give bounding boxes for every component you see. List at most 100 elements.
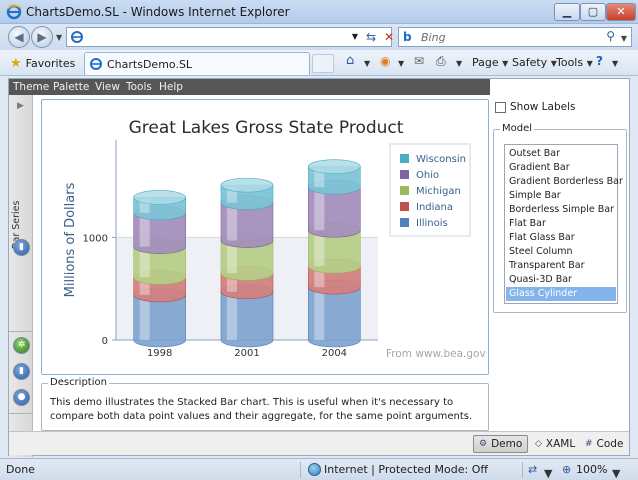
- favorites-button[interactable]: ★ Favorites: [6, 54, 79, 72]
- legend-entry: Indiana: [416, 202, 453, 213]
- model-item[interactable]: Transparent Bar: [506, 259, 616, 273]
- column-chart-icon[interactable]: ▮: [13, 363, 30, 380]
- page-menu[interactable]: Page ▼: [472, 56, 508, 69]
- home-dropdown-icon[interactable]: ▼: [364, 59, 370, 68]
- legend-swatch: [400, 186, 409, 195]
- bar-highlight: [227, 242, 237, 274]
- tools-menu[interactable]: Tools ▼: [556, 56, 593, 69]
- tab-code[interactable]: # Code: [579, 435, 629, 453]
- close-button[interactable]: ✕: [606, 3, 636, 21]
- description-title: Description: [48, 377, 109, 388]
- toolbar-divider: [9, 331, 33, 332]
- refresh-icon[interactable]: ⇆: [362, 27, 380, 47]
- print-icon[interactable]: ⎙: [436, 54, 446, 69]
- tab-page-icon: [90, 58, 102, 70]
- protected-mode-icon[interactable]: ⇄: [528, 463, 537, 476]
- scatter-chart-icon[interactable]: ●: [13, 389, 30, 406]
- series-toolbar: ▶ Bar Series ▮ ✲ ▮ ● ▼: [9, 95, 33, 457]
- model-item[interactable]: Borderless Simple Bar: [506, 203, 616, 217]
- bar-highlight: [227, 293, 237, 340]
- address-actions: ▼ ⇆ ✕: [350, 27, 394, 47]
- window-titlebar: ChartsDemo.SL - Windows Internet Explore…: [0, 0, 638, 24]
- show-labels-checkbox[interactable]: [495, 101, 506, 113]
- zoom-dropdown-icon[interactable]: ▼: [612, 467, 620, 480]
- expand-arrow-icon[interactable]: ▶: [17, 101, 24, 111]
- new-tab-button[interactable]: [312, 54, 334, 73]
- bing-icon: b: [403, 30, 412, 44]
- show-labels-label: Show Labels: [510, 101, 576, 113]
- menu-view[interactable]: View: [95, 81, 120, 93]
- safety-menu-label: Safety: [512, 56, 548, 69]
- protected-mode-dropdown-icon[interactable]: ▼: [544, 467, 552, 480]
- bar-segment-cap: [308, 159, 361, 174]
- model-item[interactable]: Steel Column: [506, 245, 616, 259]
- help-icon[interactable]: ?: [596, 54, 603, 68]
- legend-swatch: [400, 218, 409, 227]
- maximize-button[interactable]: ▢: [580, 3, 606, 21]
- stop-icon[interactable]: ✕: [380, 27, 398, 47]
- legend-swatch: [400, 202, 409, 211]
- security-zone: Internet | Protected Mode: Off: [324, 463, 488, 476]
- feeds-icon[interactable]: ◉: [380, 54, 390, 68]
- home-icon[interactable]: ⌂: [346, 53, 354, 68]
- x-tick-label: 2001: [234, 348, 259, 359]
- x-tick-label: 1998: [147, 348, 172, 359]
- tab-demo[interactable]: ⚙ Demo: [473, 435, 529, 453]
- model-item[interactable]: Outset Bar: [506, 147, 616, 161]
- legend-entry: Ohio: [416, 170, 439, 181]
- command-bar: ★ Favorites ChartsDemo.SL ⌂ ▼ ◉ ▼ ✉ ⎙ ▼ …: [0, 50, 638, 76]
- xaml-icon: ◇: [535, 439, 542, 449]
- menu-theme[interactable]: Theme: [13, 81, 49, 93]
- model-item-selected[interactable]: Glass Cylinder: [506, 287, 616, 301]
- model-item[interactable]: Gradient Bar: [506, 161, 616, 175]
- menu-palette[interactable]: Palette: [53, 81, 89, 93]
- code-icon: #: [585, 439, 593, 449]
- chart-source-note: From www.bea.gov: [386, 348, 486, 360]
- model-item[interactable]: Gradient Borderless Bar: [506, 175, 623, 189]
- status-divider: [522, 462, 523, 478]
- ie-icon: [6, 4, 22, 20]
- view-switcher: ⚙ Demo ◇ XAML # Code: [9, 431, 629, 455]
- search-box[interactable]: b Bing ⚲ ▼: [398, 27, 632, 47]
- bar-series-icon[interactable]: ▮: [13, 239, 30, 256]
- address-row: ◀ ▶ ▼ ▼ ⇆ ✕ b Bing ⚲ ▼: [0, 24, 638, 50]
- menu-tools[interactable]: Tools: [126, 81, 152, 93]
- tab-xaml-label: XAML: [545, 438, 576, 450]
- model-item[interactable]: Quasi-3D Bar: [506, 273, 616, 287]
- history-dropdown-icon[interactable]: ▼: [56, 33, 62, 42]
- tab-xaml[interactable]: ◇ XAML: [529, 435, 581, 453]
- show-labels-option[interactable]: Show Labels: [495, 101, 575, 113]
- browser-tab[interactable]: ChartsDemo.SL: [84, 52, 310, 75]
- search-placeholder: Bing: [421, 31, 446, 44]
- safety-menu[interactable]: Safety ▼: [512, 56, 557, 69]
- mail-icon[interactable]: ✉: [414, 54, 424, 68]
- model-item[interactable]: Flat Bar: [506, 217, 616, 231]
- bar-highlight: [139, 214, 150, 247]
- address-bar[interactable]: [66, 27, 392, 47]
- back-button[interactable]: ◀: [8, 26, 30, 48]
- model-item[interactable]: Flat Glass Bar: [506, 231, 616, 245]
- search-dropdown-icon[interactable]: ▼: [621, 34, 627, 43]
- settings-icon[interactable]: ✲: [13, 337, 30, 354]
- help-dropdown-icon[interactable]: ▼: [612, 59, 618, 68]
- page-icon: [71, 31, 83, 43]
- gear-icon: ⚙: [479, 439, 488, 449]
- bar-highlight: [314, 289, 325, 340]
- model-item[interactable]: Simple Bar: [506, 189, 616, 203]
- bar-segment-cap: [220, 177, 274, 193]
- menu-help[interactable]: Help: [159, 81, 183, 93]
- zoom-level[interactable]: 100%: [576, 463, 607, 476]
- tools-menu-label: Tools: [556, 56, 584, 69]
- feeds-dropdown-icon[interactable]: ▼: [398, 59, 404, 68]
- zoom-icon[interactable]: ⊕: [562, 463, 571, 476]
- description-text: This demo illustrates the Stacked Bar ch…: [50, 397, 473, 422]
- print-dropdown-icon[interactable]: ▼: [456, 59, 462, 68]
- x-tick-label: 2004: [322, 348, 347, 359]
- model-list[interactable]: Outset Bar Gradient Bar Gradient Borderl…: [504, 144, 623, 304]
- search-icon[interactable]: ⚲: [606, 29, 615, 43]
- forward-button[interactable]: ▶: [31, 26, 53, 48]
- description-panel: Description This demo illustrates the St…: [41, 377, 489, 431]
- model-title: Model: [500, 123, 535, 134]
- y-tick-label: 0: [102, 336, 108, 347]
- minimize-button[interactable]: ▁: [554, 3, 580, 21]
